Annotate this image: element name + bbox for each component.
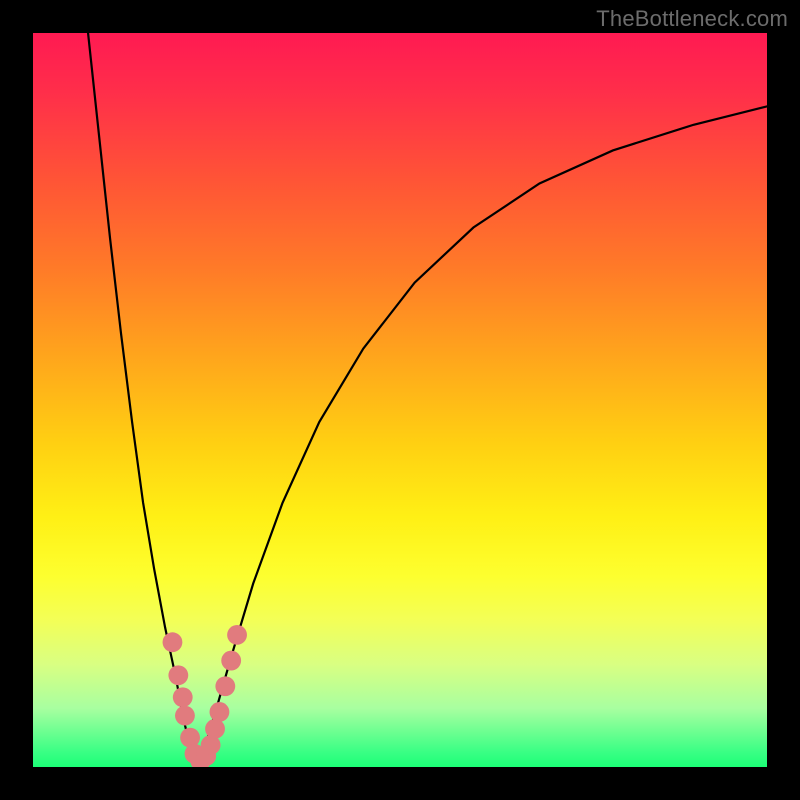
watermark-text: TheBottleneck.com: [596, 6, 788, 32]
curve-right: [198, 106, 767, 763]
highlight-dot: [163, 632, 183, 652]
chart-svg: [33, 33, 767, 767]
highlight-dot: [227, 625, 247, 645]
highlight-dot: [221, 651, 241, 671]
highlight-dot: [168, 665, 188, 685]
highlight-dot: [210, 702, 230, 722]
outer-frame: TheBottleneck.com: [0, 0, 800, 800]
highlight-dot: [173, 687, 193, 707]
curve-left: [88, 33, 198, 763]
highlight-dot: [205, 719, 225, 739]
highlight-dot: [175, 706, 195, 726]
plot-area: [33, 33, 767, 767]
highlight-dot: [215, 676, 235, 696]
